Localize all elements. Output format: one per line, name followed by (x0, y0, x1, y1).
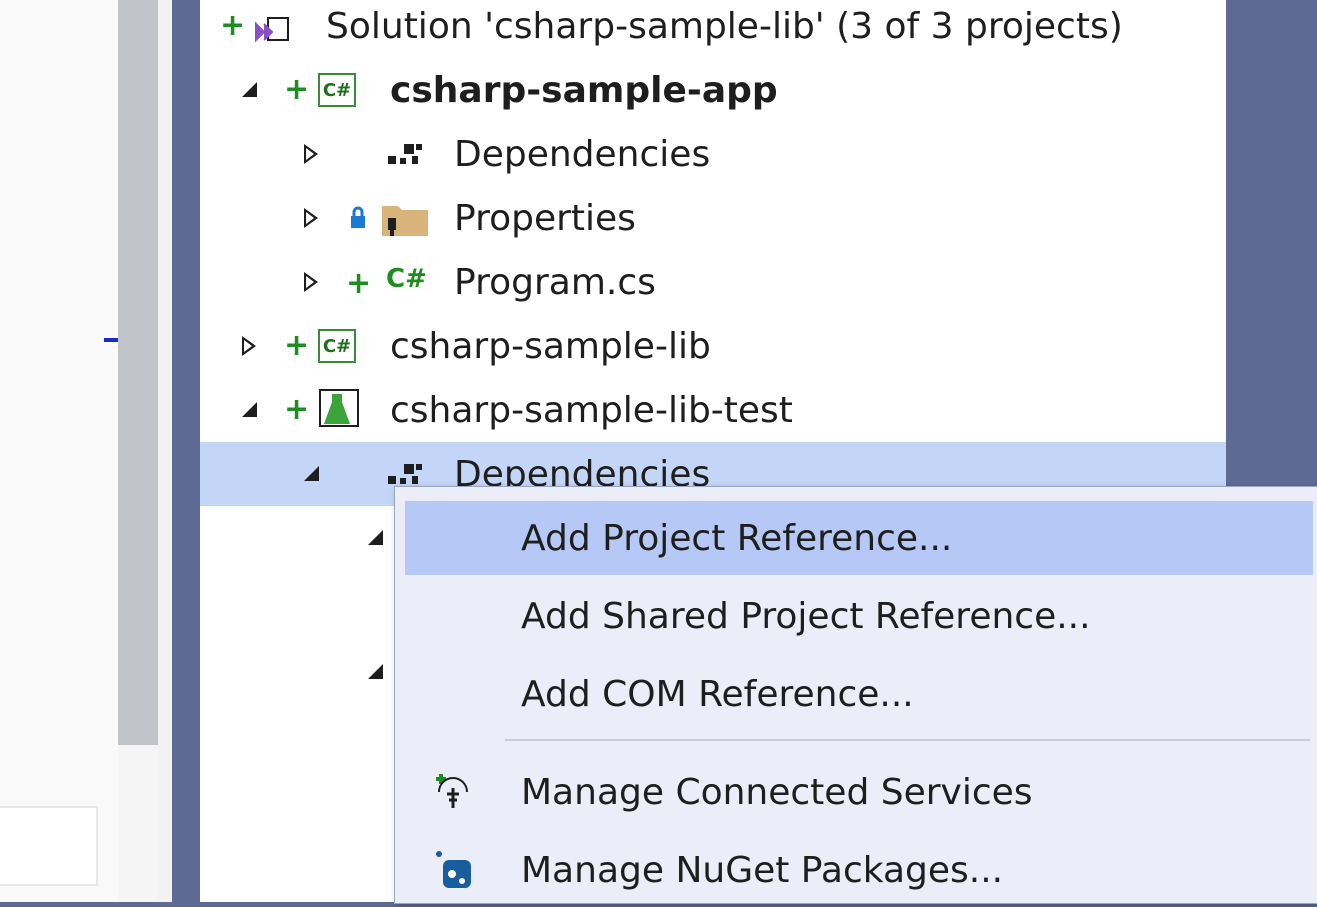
nuget-icon (431, 848, 475, 892)
expand-arrow-icon[interactable] (368, 664, 383, 679)
menu-item-label: Add Shared Project Reference... (521, 595, 1091, 637)
menu-item-label: Manage Connected Services (521, 771, 1033, 813)
csharp-project-icon: C# (318, 73, 356, 107)
added-status-icon: + (284, 72, 310, 107)
dependencies-label: Dependencies (454, 133, 711, 175)
expand-arrow-icon[interactable] (304, 466, 322, 484)
added-status-icon: + (220, 8, 246, 43)
lib-project-label: csharp-sample-lib (390, 325, 711, 367)
added-status-icon: + (346, 266, 372, 301)
menu-item-label: Manage NuGet Packages... (521, 849, 1004, 891)
menu-item-add-shared-project-reference[interactable]: Add Shared Project Reference... (405, 579, 1313, 653)
menu-separator (505, 739, 1310, 741)
properties-label: Properties (454, 197, 636, 239)
csharp-project-icon: C# (318, 329, 356, 363)
collapsed-arrow-icon[interactable] (242, 336, 260, 356)
menu-item-add-project-reference[interactable]: Add Project Reference... (405, 501, 1313, 575)
added-status-icon: + (284, 392, 310, 427)
collapsed-arrow-icon[interactable] (304, 144, 322, 164)
expand-arrow-icon[interactable] (242, 82, 260, 100)
tree-item-solution[interactable]: + Solution 'csharp-sample-lib' (3 of 3 p… (200, 0, 1226, 58)
editor-scrollbar-track (118, 745, 158, 902)
tree-item-app-dependencies[interactable]: Dependencies (200, 122, 1226, 186)
folder-icon (380, 200, 430, 238)
context-menu: Add Project Reference... Add Shared Proj… (394, 486, 1317, 904)
collapsed-arrow-icon[interactable] (304, 208, 322, 228)
test-project-icon (316, 388, 362, 430)
tree-item-program-cs[interactable]: + C# Program.cs (200, 250, 1226, 314)
menu-item-label: Add COM Reference... (521, 673, 914, 715)
connected-services-icon (431, 770, 475, 814)
tree-item-lib-project[interactable]: + C# csharp-sample-lib (200, 314, 1226, 378)
dependencies-icon (382, 138, 426, 170)
tree-item-properties[interactable]: Properties (200, 186, 1226, 250)
menu-item-label: Add Project Reference... (521, 517, 953, 559)
collapsed-arrow-icon[interactable] (304, 272, 322, 292)
editor-scrollbar[interactable] (118, 0, 158, 745)
panel-splitter[interactable] (158, 0, 172, 902)
menu-item-manage-connected-services[interactable]: Manage Connected Services (405, 755, 1313, 829)
expand-arrow-icon[interactable] (242, 402, 260, 420)
lock-icon (348, 206, 368, 230)
solution-label: Solution 'csharp-sample-lib' (3 of 3 pro… (326, 5, 1123, 47)
program-cs-label: Program.cs (454, 261, 656, 303)
lib-test-project-label: csharp-sample-lib-test (390, 389, 793, 431)
menu-item-manage-nuget-packages[interactable]: Manage NuGet Packages... (405, 833, 1313, 907)
tree-item-lib-test-project[interactable]: + csharp-sample-lib-test (200, 378, 1226, 442)
csharp-file-icon: C# (386, 264, 427, 294)
expand-arrow-icon[interactable] (368, 530, 383, 545)
tree-item-app-project[interactable]: + C# csharp-sample-app (200, 58, 1226, 122)
added-status-icon: + (284, 328, 310, 363)
editor-input-box[interactable] (0, 806, 98, 886)
menu-item-add-com-reference[interactable]: Add COM Reference... (405, 657, 1313, 731)
solution-icon (252, 12, 292, 44)
editor-area (0, 0, 170, 902)
app-project-label: csharp-sample-app (390, 69, 778, 111)
